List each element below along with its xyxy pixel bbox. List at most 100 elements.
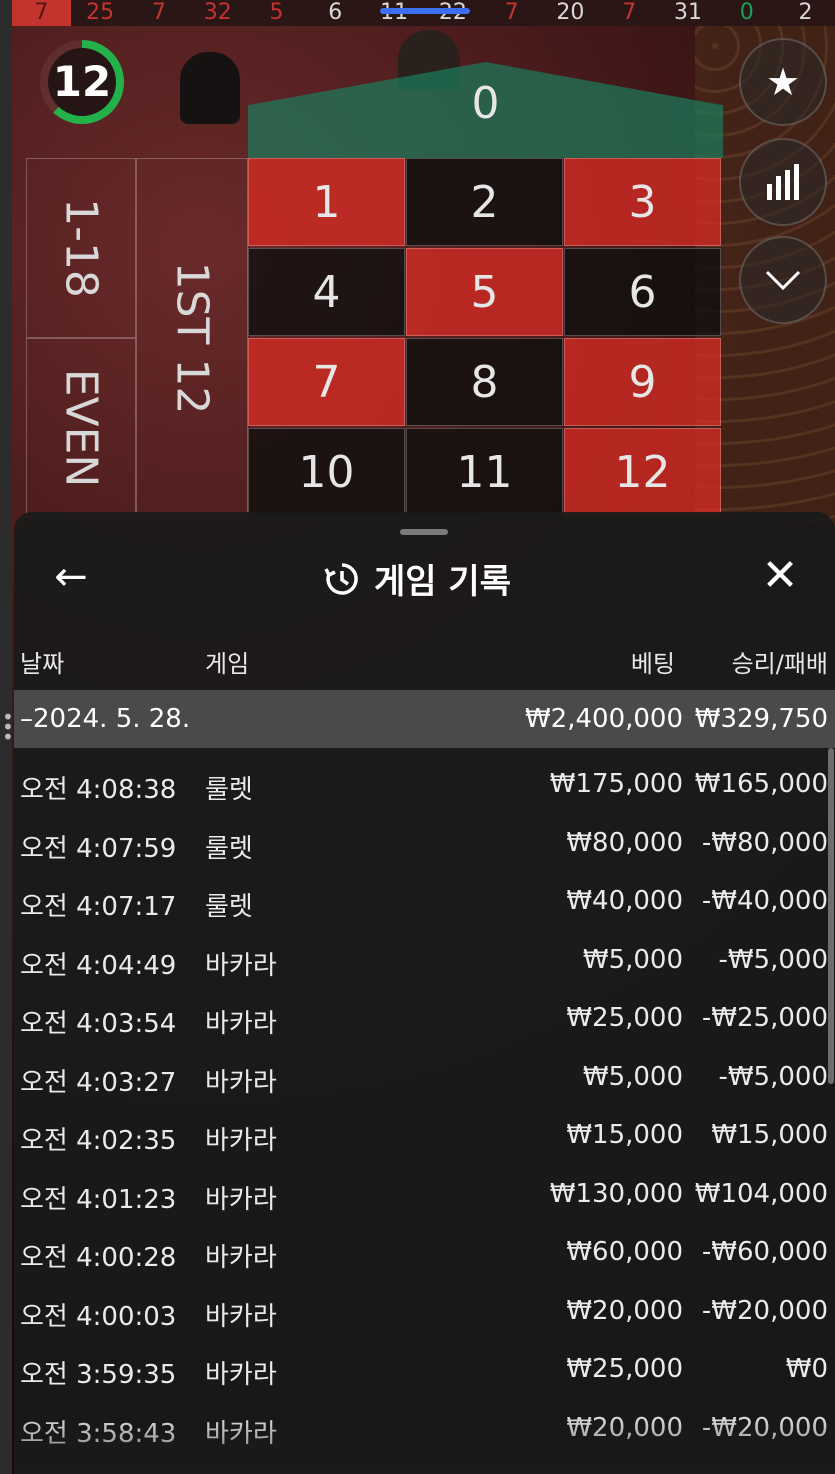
history-row[interactable]: 오전 4:04:49 바카라 ₩5,000 -₩5,000 xyxy=(0,931,835,989)
panel-title: 게임 기록 xyxy=(374,562,511,602)
row-result: -₩5,000 xyxy=(718,1061,828,1092)
bet-spot-zero-label: 0 xyxy=(471,78,500,129)
list-scrollbar[interactable] xyxy=(828,748,834,1084)
bet-spot-number[interactable]: 2 xyxy=(406,158,563,246)
history-icon xyxy=(324,562,358,595)
row-game: 바카라 xyxy=(205,1184,277,1215)
bet-spot-1-18-label: 1-18 xyxy=(55,198,107,298)
bet-spot-number[interactable]: 11 xyxy=(406,428,563,516)
row-result: -₩60,000 xyxy=(701,1237,828,1267)
bet-spot-number[interactable]: 4 xyxy=(248,248,405,336)
bet-spot-number[interactable]: 3 xyxy=(564,158,721,246)
bet-spot-number[interactable]: 1 xyxy=(248,158,405,246)
bet-spot-even-label: EVEN xyxy=(55,368,107,488)
row-time: 오전 4:07:17 xyxy=(20,892,177,922)
bet-spot-1st-12[interactable]: 1ST 12 xyxy=(136,158,248,518)
history-number: 25 xyxy=(86,0,115,25)
history-number: 2 xyxy=(798,0,813,25)
star-icon: ★ xyxy=(765,60,801,104)
row-bet: ₩40,000 xyxy=(566,886,683,916)
history-row[interactable]: 오전 3:59:35 바카라 ₩25,000 ₩0 xyxy=(0,1340,835,1398)
history-row[interactable]: 오전 4:03:54 바카라 ₩25,000 -₩25,000 xyxy=(0,989,835,1047)
bet-spot-number[interactable]: 6 xyxy=(564,248,721,336)
history-row[interactable]: 오전 4:02:35 바카라 ₩15,000 ₩15,000 xyxy=(0,1106,835,1164)
history-row[interactable]: 오전 4:00:03 바카라 ₩20,000 -₩20,000 xyxy=(0,1282,835,1340)
row-game: 바카라 xyxy=(205,1243,277,1273)
history-row[interactable]: 오전 4:07:17 룰렛 ₩40,000 -₩40,000 xyxy=(0,872,835,930)
row-game: 바카라 xyxy=(205,1126,277,1156)
row-game: 룰렛 xyxy=(205,775,253,805)
dealer-figure xyxy=(180,52,240,124)
history-number: 6 xyxy=(328,0,343,25)
row-bet: ₩130,000 xyxy=(549,1178,683,1209)
row-time: 오전 4:08:38 xyxy=(20,775,177,805)
history-row[interactable]: 오전 3:58:43 바카라 ₩20,000 -₩20,000 xyxy=(0,1399,835,1457)
bet-spot-even[interactable]: EVEN xyxy=(26,338,136,518)
history-row[interactable]: 오전 4:01:23 바카라 ₩130,000 ₩104,000 xyxy=(0,1165,835,1223)
column-header-game: 게임 xyxy=(205,650,250,678)
history-scroll-indicator xyxy=(380,8,470,14)
row-time: 오전 4:02:35 xyxy=(20,1126,177,1156)
panel-header: 게임 기록 xyxy=(0,554,835,603)
column-header-result: 승리/패배 xyxy=(731,650,828,678)
row-game: 바카라 xyxy=(205,1067,277,1098)
row-time: 오전 3:58:43 xyxy=(20,1418,177,1449)
date-group-result: ₩329,750 xyxy=(694,704,828,734)
history-row[interactable]: 오전 4:07:59 룰렛 ₩80,000 -₩80,000 xyxy=(0,814,835,872)
history-number: 31 xyxy=(673,0,702,25)
history-row[interactable]: 오전 4:03:27 바카라 ₩5,000 -₩5,000 xyxy=(0,1048,835,1106)
bet-spot-number[interactable]: 7 xyxy=(248,338,405,426)
bet-spot-number[interactable]: 9 xyxy=(564,338,721,426)
row-bet: ₩20,000 xyxy=(566,1295,683,1326)
history-number: 7 xyxy=(12,0,71,26)
row-result: -₩20,000 xyxy=(701,1295,828,1326)
row-result: ₩0 xyxy=(785,1354,828,1384)
row-time: 오전 4:03:27 xyxy=(20,1067,177,1098)
history-number: 7 xyxy=(622,0,637,25)
bet-spot-1-18[interactable]: 1-18 xyxy=(26,158,136,338)
history-number: 0 xyxy=(739,0,754,25)
bet-spot-number[interactable]: 10 xyxy=(248,428,405,516)
row-time: 오전 4:07:59 xyxy=(20,833,177,864)
row-bet: ₩80,000 xyxy=(566,827,683,858)
row-time: 오전 4:04:49 xyxy=(20,950,177,981)
chevron-down-icon xyxy=(765,270,801,291)
row-result: -₩20,000 xyxy=(701,1412,828,1443)
history-number: 20 xyxy=(556,0,585,25)
row-result: ₩15,000 xyxy=(711,1120,828,1150)
collapse-button[interactable] xyxy=(739,236,827,324)
row-game: 바카라 xyxy=(205,1418,277,1449)
bet-spot-number[interactable]: 12 xyxy=(564,428,721,516)
date-group-bet: ₩2,400,000 xyxy=(524,704,683,734)
row-result: ₩165,000 xyxy=(694,769,828,799)
history-number: 7 xyxy=(504,0,519,25)
statistics-button[interactable] xyxy=(739,138,827,226)
history-row[interactable]: 오전 4:00:28 바카라 ₩60,000 -₩60,000 xyxy=(0,1223,835,1281)
row-bet: ₩175,000 xyxy=(549,769,683,799)
bet-spot-1st-12-label: 1ST 12 xyxy=(166,261,218,415)
row-time: 오전 4:01:23 xyxy=(20,1184,177,1215)
history-number: 32 xyxy=(203,0,232,25)
date-group-label: –2024. 5. 28. xyxy=(20,704,191,734)
row-result: -₩25,000 xyxy=(701,1003,828,1033)
favorite-button[interactable]: ★ xyxy=(739,38,827,126)
row-game: 룰렛 xyxy=(205,892,253,922)
row-bet: ₩60,000 xyxy=(566,1237,683,1267)
row-game: 바카라 xyxy=(205,1301,277,1332)
row-result: -₩5,000 xyxy=(718,944,828,975)
column-header-bet: 베팅 xyxy=(630,650,675,678)
row-game: 룰렛 xyxy=(205,833,253,864)
row-time: 오전 3:59:35 xyxy=(20,1360,177,1390)
countdown-timer-value: 12 xyxy=(52,57,112,106)
row-bet: ₩5,000 xyxy=(582,1061,683,1092)
history-number: 5 xyxy=(269,0,284,25)
row-result: ₩104,000 xyxy=(694,1178,828,1209)
row-result: -₩40,000 xyxy=(701,886,828,916)
bet-spot-number[interactable]: 5 xyxy=(406,248,563,336)
row-bet: ₩25,000 xyxy=(566,1003,683,1033)
history-number: 7 xyxy=(151,0,166,25)
history-row[interactable]: 오전 4:08:38 룰렛 ₩175,000 ₩165,000 xyxy=(0,755,835,813)
bet-spot-number[interactable]: 8 xyxy=(406,338,563,426)
panel-drag-handle[interactable] xyxy=(400,529,448,535)
row-game: 바카라 xyxy=(205,1360,277,1390)
